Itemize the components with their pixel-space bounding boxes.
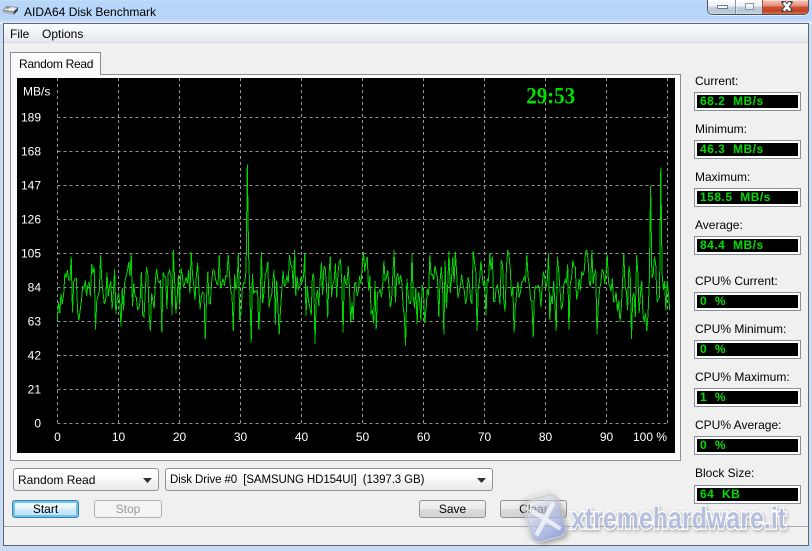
svg-text:63: 63 <box>28 315 42 329</box>
svg-text:50: 50 <box>356 430 370 444</box>
svg-text:29:53: 29:53 <box>526 84 575 109</box>
svg-text:MB/s: MB/s <box>23 85 50 99</box>
svg-text:126: 126 <box>21 213 41 227</box>
svg-text:20: 20 <box>173 430 187 444</box>
svg-text:30: 30 <box>234 430 248 444</box>
svg-text:100 %: 100 % <box>633 430 667 444</box>
svg-text:147: 147 <box>21 179 41 193</box>
svg-text:60: 60 <box>417 430 431 444</box>
svg-text:42: 42 <box>28 349 42 363</box>
svg-text:189: 189 <box>21 111 41 125</box>
svg-text:80: 80 <box>539 430 553 444</box>
svg-text:0: 0 <box>34 417 41 431</box>
svg-text:40: 40 <box>295 430 309 444</box>
svg-text:84: 84 <box>28 281 42 295</box>
svg-text:70: 70 <box>478 430 492 444</box>
svg-text:90: 90 <box>600 430 614 444</box>
svg-text:0: 0 <box>54 430 61 444</box>
svg-text:21: 21 <box>28 383 42 397</box>
svg-text:xtremehardware.it: xtremehardware.it <box>571 501 786 536</box>
svg-text:10: 10 <box>112 430 126 444</box>
svg-text:168: 168 <box>21 145 41 159</box>
svg-text:105: 105 <box>21 247 41 261</box>
